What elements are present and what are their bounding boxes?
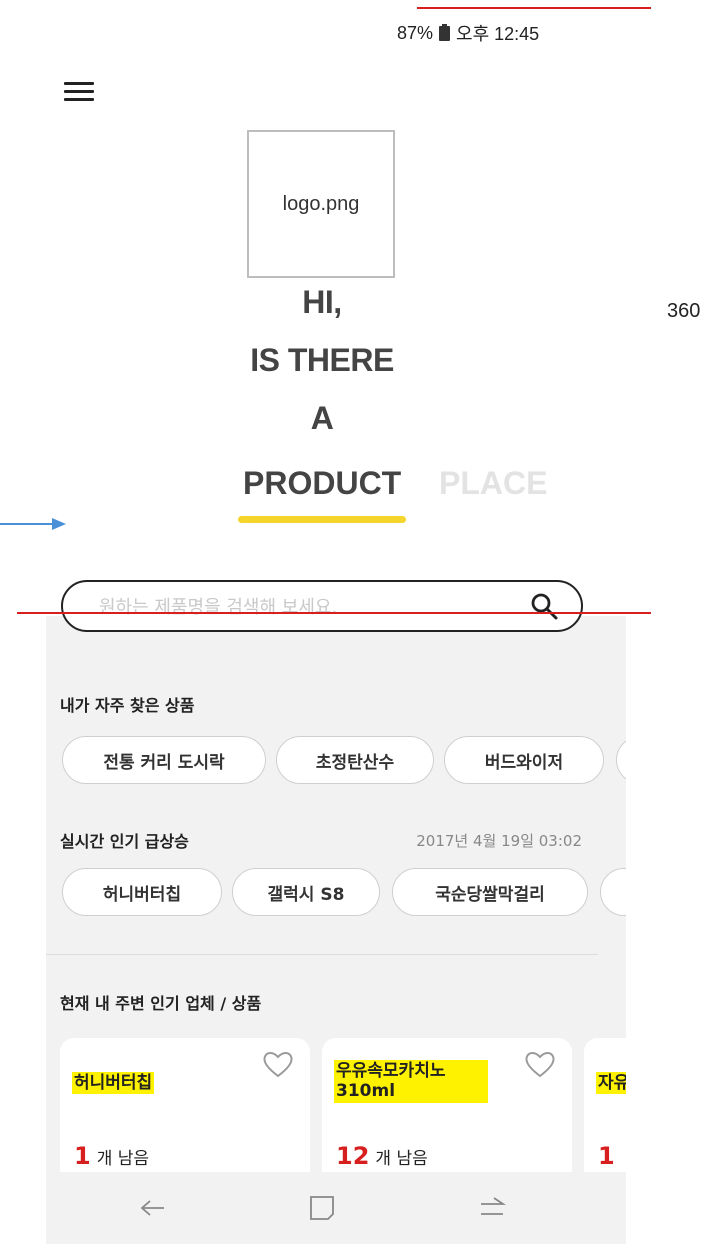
status-bar: 87% 오후 12:45 bbox=[397, 20, 539, 46]
chip-trending-4[interactable] bbox=[600, 868, 626, 916]
heart-icon[interactable] bbox=[524, 1050, 556, 1078]
battery-icon bbox=[439, 23, 451, 41]
headline-line-3: A bbox=[310, 400, 334, 436]
logo-placeholder: logo.png bbox=[247, 130, 395, 278]
tab-active-indicator bbox=[238, 516, 406, 523]
tab-product[interactable]: PRODUCT bbox=[243, 465, 401, 502]
arrow-icon bbox=[0, 518, 66, 530]
stock-count: 1 bbox=[74, 1142, 91, 1170]
search-input[interactable]: 원하는 제품명을 검색해 보세요. bbox=[99, 593, 529, 619]
chip-frequent-1[interactable]: 전통 커리 도시락 bbox=[62, 736, 266, 784]
side-annotation: 360 bbox=[667, 300, 701, 322]
heart-icon[interactable] bbox=[262, 1050, 294, 1078]
guide-line-top bbox=[417, 7, 651, 9]
product-card-3[interactable]: 자유 1 bbox=[584, 1038, 626, 1172]
stock-unit: 개 남음 bbox=[96, 1149, 150, 1169]
stock-count: 12 bbox=[336, 1142, 370, 1170]
search-bar[interactable]: 원하는 제품명을 검색해 보세요. bbox=[61, 580, 583, 632]
product-card-2[interactable]: 우유속모카치노 310ml 12 개 남음 bbox=[322, 1038, 572, 1172]
card-stock: 1개 남음 bbox=[74, 1142, 149, 1170]
chip-trending-1[interactable]: 허니버터칩 bbox=[62, 868, 222, 916]
chip-frequent-4[interactable] bbox=[616, 736, 626, 784]
home-icon[interactable] bbox=[304, 1190, 340, 1226]
guide-line-bottom bbox=[17, 612, 651, 614]
section-title-nearby: 현재 내 주변 인기 업체 / 상품 bbox=[60, 994, 262, 1013]
tab-place[interactable]: PLACE bbox=[439, 465, 547, 502]
trending-timestamp: 2017년 4월 19일 03:02 bbox=[416, 832, 582, 850]
card-stock: 12 개 남음 bbox=[336, 1142, 428, 1170]
hamburger-icon[interactable] bbox=[64, 82, 94, 102]
headline-line-1: HI, bbox=[302, 284, 342, 320]
product-card-1[interactable]: 허니버터칩 1개 남음 bbox=[60, 1038, 310, 1172]
chip-trending-3[interactable]: 국순당쌀막걸리 bbox=[392, 868, 588, 916]
section-divider bbox=[46, 954, 598, 955]
section-title-frequent: 내가 자주 찾은 상품 bbox=[60, 696, 195, 715]
chip-frequent-2[interactable]: 초정탄산수 bbox=[276, 736, 434, 784]
headline-line-2: IS THERE bbox=[250, 342, 394, 378]
card-title: 우유속모카치노 310ml bbox=[334, 1060, 488, 1103]
card-stock: 1 bbox=[598, 1142, 621, 1170]
logo-text: logo.png bbox=[282, 192, 360, 215]
section-title-trending: 실시간 인기 급상승 bbox=[60, 832, 189, 851]
chip-frequent-3[interactable]: 버드와이저 bbox=[444, 736, 604, 784]
clock: 오후 12:45 bbox=[456, 24, 540, 44]
chip-trending-2[interactable]: 갤럭시 S8 bbox=[232, 868, 380, 916]
card-title: 자유 bbox=[596, 1072, 626, 1095]
stock-count: 1 bbox=[598, 1142, 615, 1170]
stock-unit: 개 남음 bbox=[375, 1149, 428, 1169]
battery-percent: 87% bbox=[397, 22, 434, 43]
search-icon[interactable] bbox=[529, 591, 559, 621]
card-title: 허니버터칩 bbox=[72, 1072, 155, 1095]
recents-icon[interactable] bbox=[474, 1190, 510, 1226]
system-nav-bar bbox=[46, 1172, 626, 1244]
content-panel: 내가 자주 찾은 상품 전통 커리 도시락 초정탄산수 버드와이저 실시간 인기… bbox=[46, 616, 626, 1172]
back-icon[interactable] bbox=[134, 1190, 170, 1226]
